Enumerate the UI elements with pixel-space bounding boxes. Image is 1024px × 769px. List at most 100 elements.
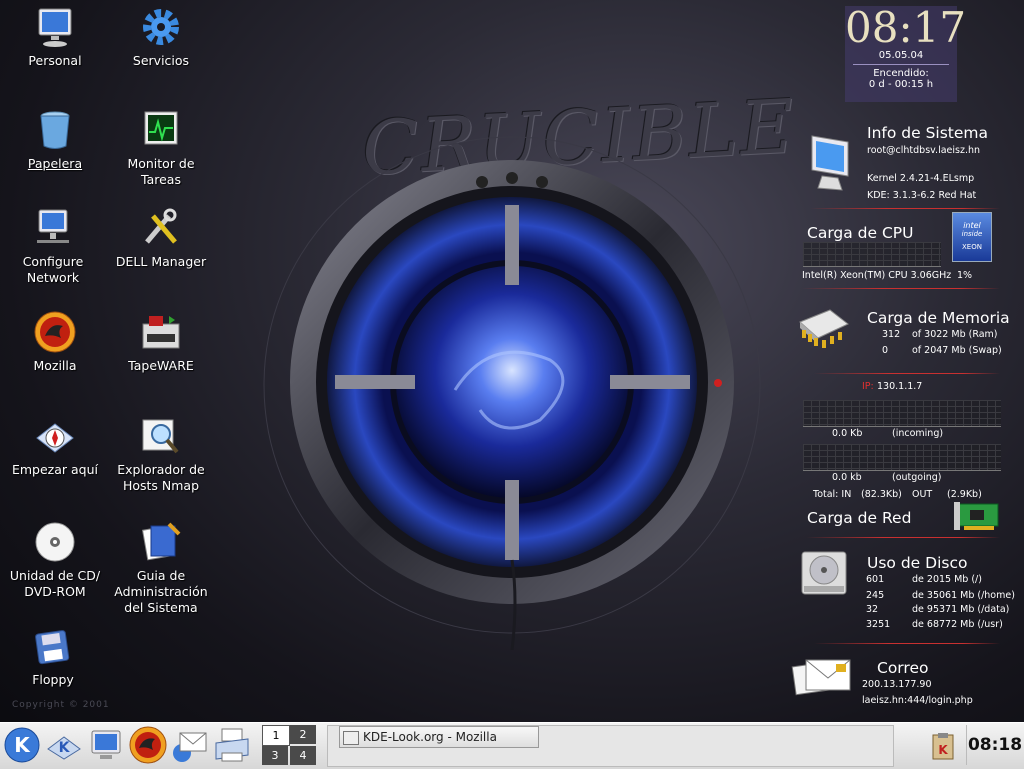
network-incoming-graph [803,400,1001,427]
disk-row-used: 3251 [866,619,891,630]
desktop-icon-label: Personal [28,53,82,68]
cdrom-icon [35,522,75,562]
taskbar: K K 1 2 3 4 KDE-Look.org - Mozilla K 08:… [0,722,1024,769]
memory-ram-used: 312 [882,329,901,340]
pager-desktop-3[interactable]: 3 [262,746,288,765]
floppy-icon [35,630,70,665]
hard-disk-icon [801,551,847,595]
desktop-icon-label: Guia de Administración del Sistema [114,568,208,615]
network-card-icon [954,502,999,530]
disk-row-total: de 35061 Mb (/home) [912,590,1015,601]
disk-title: Uso de Disco [867,554,968,572]
disk-row-total: de 95371 Mb (/data) [912,604,1010,615]
mail-url: laeisz.hn:444/login.php [862,695,973,706]
sysinfo-title: Info de Sistema [867,124,988,142]
network-total-in-label: Total: IN [813,489,852,500]
divider [806,537,1000,538]
pager-desktop-2[interactable]: 2 [290,725,316,744]
network-title: Carga de Red [807,509,912,527]
desktop-icon-label: Unidad de CD/ DVD-ROM [9,568,101,599]
desktop-icon-personal[interactable]: Personal [5,5,105,69]
desktop-icon-papelera[interactable]: Papelera [5,108,105,172]
desktop-icon-empezar[interactable]: Empezar aquí [5,414,105,478]
desktop-icon-label: Explorador de Hosts Nmap [117,462,205,493]
network-in-label: (incoming) [892,428,944,439]
desktop-icon-label: Monitor de Tareas [127,156,195,187]
desktop-icon-label: DELL Manager [115,254,207,269]
desktop-icon-label: Servicios [132,53,190,68]
desktop-pager: 1 2 3 4 [262,725,318,767]
desktop-icon-tapeware[interactable]: TapeWARE [111,310,211,374]
crucible-orb-art [263,136,761,650]
mail-server: 200.13.177.90 [862,679,932,690]
mail-title: Correo [877,659,929,677]
divider [814,373,1000,374]
desktop-icon-monitor-tareas[interactable]: Monitor de Tareas [111,108,211,188]
svg-text:K: K [938,743,948,757]
network-computer-icon [37,209,69,243]
disk-row-total: de 68772 Mb (/usr) [912,619,1003,630]
task-button-label: KDE-Look.org - Mozilla [363,730,497,744]
clock-uptime-label: Encendido: [873,68,929,79]
guide-book-icon [141,522,181,561]
sysinfo-user: root@clhtdbsv.laeisz.hn [867,145,981,156]
printer-icon[interactable] [212,725,252,765]
compass-icon [36,423,74,453]
monitor-icon [811,135,849,191]
magnifier-icon [142,419,179,454]
desktop-icon-floppy[interactable]: Floppy [3,624,103,688]
pager-desktop-1[interactable]: 1 [262,725,290,746]
intel-xeon-icon: intel inside XEON [952,212,992,262]
network-total-out-label: OUT [912,489,933,500]
network-out-label: (outgoing) [892,472,942,483]
network-out-value: 0.0 kb [832,472,862,483]
divider [814,643,1000,644]
wallpaper-copyright: Copyright © 2001 [12,700,110,710]
cpu-load: 1% [957,270,973,281]
desktop-icon-mozilla[interactable]: Mozilla [5,310,105,374]
memory-swap-total: of 2047 Mb (Swap) [912,345,1002,356]
mozilla-icon[interactable] [128,725,168,765]
system-monitor-icon [144,111,178,145]
cpu-desc: Intel(R) Xeon(TM) CPU 3.06GHz [802,270,952,281]
network-total-in: (82.3Kb) [861,489,902,500]
divider [810,208,1000,209]
desktop-icon-servicios[interactable]: Servicios [111,5,211,69]
tape-drive-icon [142,316,180,349]
desktop-monitor-icon[interactable] [86,725,126,765]
disk-row-used: 601 [866,574,885,585]
network-ip: 130.1.1.7 [877,381,923,392]
memory-chip-icon [799,309,849,348]
window-icon [343,730,359,745]
kde-panel-icon[interactable]: K [44,725,84,765]
cpu-graph [803,242,941,267]
task-button-mozilla[interactable]: KDE-Look.org - Mozilla [339,726,539,748]
clock-widget: 08:17 05.05.04 Encendido: 0 d - 00:15 h [845,6,966,102]
svg-text:K: K [59,740,71,756]
desktop-icon-cdrom[interactable]: Unidad de CD/ DVD-ROM [5,520,105,600]
desktop-icon-label: Configure Network [22,254,84,285]
klipper-clipboard-icon[interactable]: K [928,731,958,761]
memory-title: Carga de Memoria [867,309,1010,327]
taskbar-clock[interactable]: 08:18 [966,725,1023,765]
svg-text:K: K [14,733,31,757]
disk-row-used: 245 [866,590,885,601]
sysinfo-kernel: Kernel 2.4.21-4.ELsmp [867,173,975,184]
clock-uptime: 0 d - 00:15 h [868,79,934,90]
desktop-icon-label: Papelera [27,156,83,171]
mail-icon[interactable] [170,725,210,765]
sysinfo-kde: KDE: 3.1.3-6.2 Red Hat [867,190,977,201]
desktop-icon-nmap[interactable]: Explorador de Hosts Nmap [111,414,211,494]
desktop-icon-guia-admin[interactable]: Guia de Administración del Sistema [111,520,211,616]
desktop-icon-label: Floppy [32,672,74,687]
kde-menu-icon[interactable]: K [2,725,42,765]
cpu-title: Carga de CPU [807,224,914,242]
gear-icon [143,9,179,45]
network-ip-label: IP: [862,381,874,392]
computer-monitor-icon [38,8,72,47]
desktop-icon-dell-manager[interactable]: DELL Manager [111,206,211,270]
trash-icon [40,111,70,149]
desktop-icon-configure-network[interactable]: Configure Network [3,206,103,286]
memory-ram-total: of 3022 Mb (Ram) [912,329,998,340]
pager-desktop-4[interactable]: 4 [290,746,316,765]
